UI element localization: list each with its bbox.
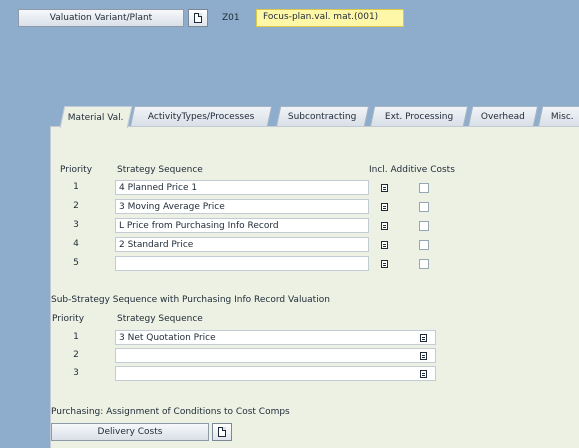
substrategy-priority-2: 2 [73, 350, 79, 360]
substrategy-priority-3: 3 [73, 368, 79, 378]
tab-material-val[interactable]: Material Val. [59, 106, 133, 128]
strategy-sequence-field-4[interactable]: 2 Standard Price [115, 237, 369, 252]
strategy-priority-2: 2 [73, 201, 79, 211]
tab-overhead[interactable]: Overhead [467, 106, 539, 127]
incl-additive-checkbox-1[interactable] [419, 183, 429, 193]
strategy-priority-1: 1 [73, 182, 79, 192]
incl-additive-costs-header: Incl. Additive Costs [369, 165, 455, 175]
value-help-icon[interactable] [420, 334, 427, 342]
document-icon [194, 13, 202, 23]
incl-additive-checkbox-4[interactable] [419, 240, 429, 250]
priority-header: Priority [60, 165, 93, 175]
substrategy-priority-1: 1 [73, 332, 79, 342]
strategy-sequence-field-2[interactable]: 3 Moving Average Price [115, 199, 369, 214]
substrategy-sequence-field-1[interactable]: 3 Net Quotation Price [115, 330, 436, 345]
strategy-sequence-field-3[interactable]: L Price from Purchasing Info Record [115, 218, 369, 233]
incl-additive-checkbox-2[interactable] [419, 202, 429, 212]
strategy-sequence-field-5[interactable] [115, 256, 369, 271]
valuation-variant-button[interactable]: Valuation Variant/Plant [18, 9, 184, 27]
value-help-icon[interactable] [420, 352, 427, 360]
value-help-icon[interactable] [381, 260, 388, 268]
strategy-priority-3: 3 [73, 220, 79, 230]
delivery-costs-document-button[interactable] [212, 423, 232, 441]
valuation-variant-description: Focus-plan.val. mat.(001) [256, 9, 404, 27]
strategy-sequence-header: Strategy Sequence [117, 165, 203, 175]
value-help-icon[interactable] [381, 203, 388, 211]
delivery-costs-button[interactable]: Delivery Costs [51, 423, 209, 441]
substrategy-title: Sub-Strategy Sequence with Purchasing In… [51, 295, 330, 305]
value-help-icon[interactable] [381, 184, 388, 192]
document-icon [218, 427, 226, 437]
tab-ext-processing[interactable]: Ext. Processing [369, 106, 469, 127]
value-help-icon[interactable] [381, 241, 388, 249]
substrategy-priority-header: Priority [52, 314, 85, 324]
tab-activity-types-processes[interactable]: ActivityTypes/Processes [129, 106, 273, 127]
tab-misc[interactable]: Misc. [537, 106, 579, 127]
strategy-priority-5: 5 [73, 258, 79, 268]
display-document-button[interactable] [188, 9, 208, 27]
valuation-variant-code: Z01 [222, 13, 240, 23]
value-help-icon[interactable] [381, 222, 388, 230]
delivery-costs-label: Delivery Costs [97, 427, 163, 437]
substrategy-sequence-header: Strategy Sequence [117, 314, 203, 324]
incl-additive-checkbox-3[interactable] [419, 221, 429, 231]
value-help-icon[interactable] [420, 370, 427, 378]
valuation-variant-label: Valuation Variant/Plant [49, 13, 153, 23]
strategy-sequence-field-1[interactable]: 4 Planned Price 1 [115, 180, 369, 195]
tab-subcontracting[interactable]: Subcontracting [275, 106, 370, 127]
incl-additive-checkbox-5[interactable] [419, 259, 429, 269]
purchasing-title: Purchasing: Assignment of Conditions to … [51, 407, 290, 417]
substrategy-sequence-field-3[interactable] [115, 366, 436, 381]
substrategy-sequence-field-2[interactable] [115, 348, 436, 363]
strategy-priority-4: 4 [73, 239, 79, 249]
